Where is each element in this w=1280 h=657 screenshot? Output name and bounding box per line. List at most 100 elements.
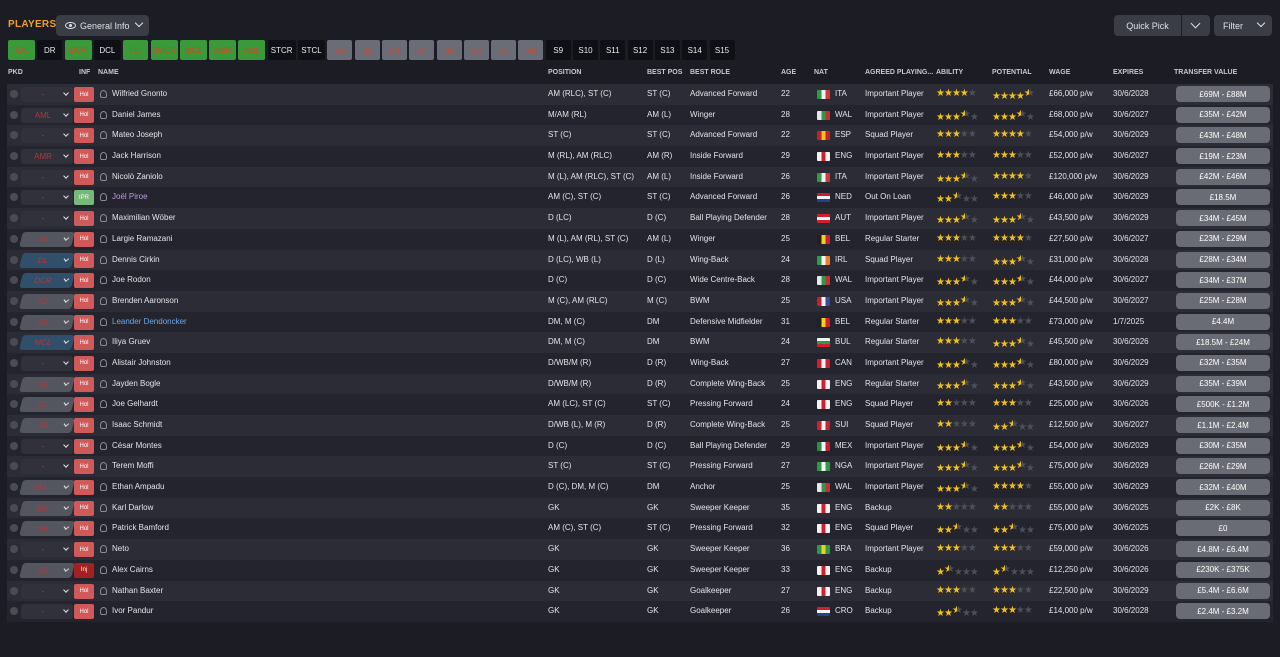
select-checkbox[interactable] (10, 338, 18, 347)
player-name[interactable]: Neto (112, 544, 129, 553)
info-badge[interactable]: Hol (74, 293, 94, 309)
select-checkbox[interactable] (10, 441, 18, 450)
select-checkbox[interactable] (10, 90, 18, 98)
table-row[interactable]: - Hol César Montes D (C) D (C) Ball Playing D… (7, 435, 1273, 457)
select-checkbox[interactable] (10, 503, 18, 512)
transfer-value-button[interactable]: £42M - £46M (1176, 168, 1270, 185)
table-row[interactable]: - Hol Alistair Johnston D/WB/M (R) D (R) Wing… (7, 352, 1273, 374)
info-badge[interactable]: Hol (74, 231, 94, 247)
select-checkbox[interactable] (10, 565, 18, 574)
pkd-selector[interactable]: - (21, 87, 73, 102)
select-checkbox[interactable] (10, 172, 18, 181)
info-badge[interactable]: Hol (74, 128, 94, 144)
pkd-selector[interactable]: - (21, 542, 73, 558)
col-wage[interactable]: WAGE (1049, 69, 1070, 76)
transfer-value-button[interactable]: £69M - £88M (1176, 86, 1270, 102)
position-button[interactable]: S11 (600, 40, 626, 60)
col-transfer-value[interactable]: TRANSFER VALUE (1174, 69, 1237, 76)
info-badge[interactable]: Hol (74, 480, 94, 496)
player-name[interactable]: Nathan Baxter (112, 586, 163, 595)
table-row[interactable]: S1 Inj Alex Cairns GK GK Sweeper Keeper 33 ENG B… (7, 559, 1273, 581)
position-button[interactable]: S7 (491, 40, 517, 60)
transfer-value-button[interactable]: £18.5M (1176, 189, 1270, 206)
pkd-selector[interactable]: - (21, 190, 73, 206)
position-button[interactable]: DCR (64, 40, 92, 60)
info-badge[interactable]: Hol (74, 335, 94, 351)
player-name[interactable]: Mateo Joseph (112, 130, 162, 139)
col-ability[interactable]: ABILITY (936, 69, 963, 76)
col-inf[interactable]: INF (79, 69, 90, 76)
info-badge[interactable]: Hol (74, 459, 94, 475)
select-checkbox[interactable] (10, 276, 18, 285)
pkd-selector[interactable]: S3 (19, 376, 75, 392)
pkd-selector[interactable]: S5 (19, 231, 75, 247)
position-button[interactable]: AML (238, 40, 266, 60)
player-name[interactable]: Wilfried Gnonto (112, 89, 167, 98)
transfer-value-button[interactable]: £19M - £23M (1176, 148, 1270, 165)
info-badge[interactable]: Hol (74, 376, 94, 392)
table-row[interactable]: DL Hol Dennis Cirkin D (LC), WB (L) D (L) Win… (7, 249, 1273, 271)
info-badge[interactable]: Hol (74, 438, 94, 454)
col-name[interactable]: NAME (98, 69, 119, 76)
table-row[interactable]: DM... Hol Ethan Ampadu D (C), DM, M (C) DM An… (7, 477, 1273, 498)
transfer-value-button[interactable]: £0 (1176, 520, 1270, 537)
table-row[interactable]: S2 Hol Brenden Aaronson M (C), AM (RLC) M (C… (7, 290, 1273, 312)
player-name[interactable]: Joël Piroe (112, 192, 148, 201)
select-checkbox[interactable] (10, 462, 18, 471)
player-name[interactable]: Nicolò Zaniolo (112, 172, 163, 181)
transfer-value-button[interactable]: £34M - £45M (1176, 210, 1270, 227)
info-badge[interactable]: Hol (74, 521, 94, 537)
player-name[interactable]: Isaac Schmidt (112, 420, 162, 429)
transfer-value-button[interactable]: £5.4M - £6.6M (1176, 582, 1270, 599)
position-button[interactable]: S3 (381, 40, 407, 60)
select-checkbox[interactable] (10, 234, 18, 243)
transfer-value-button[interactable]: £30M - £35M (1176, 437, 1270, 454)
select-checkbox[interactable] (10, 379, 18, 388)
info-badge[interactable]: Hol (74, 355, 94, 371)
info-badge[interactable]: Hol (74, 542, 94, 558)
transfer-value-button[interactable]: £32M - £40M (1176, 479, 1270, 496)
pkd-selector[interactable]: - (21, 604, 73, 620)
info-badge[interactable]: Hol (74, 107, 94, 123)
select-checkbox[interactable] (10, 110, 18, 119)
player-name[interactable]: Patrick Bamford (112, 523, 169, 532)
info-badge[interactable]: Hol (74, 397, 94, 413)
position-button[interactable]: MCL (179, 40, 207, 60)
table-row[interactable]: - Hol Ivor Pandur GK GK Goalkeeper 26 CRO Backup… (7, 601, 1273, 622)
player-name[interactable]: Leander Dendoncker (112, 317, 187, 326)
pkd-selector[interactable]: GK (19, 500, 75, 516)
player-name[interactable]: Dennis Cirkin (112, 255, 160, 264)
transfer-value-button[interactable]: £2.4M - £3.2M (1176, 603, 1270, 620)
position-button[interactable]: S15 (709, 40, 735, 60)
table-row[interactable]: S4 Hol Leander Dendoncker DM, M (C) DM Defens… (7, 311, 1273, 333)
col-potential[interactable]: POTENTIAL (992, 69, 1032, 76)
position-button[interactable]: STCR (267, 40, 296, 60)
pkd-selector[interactable]: S2 (19, 293, 75, 309)
player-name[interactable]: Ivor Pandur (112, 606, 153, 615)
select-checkbox[interactable] (10, 358, 18, 367)
player-name[interactable]: Iliya Gruev (112, 337, 150, 346)
info-badge[interactable]: Hol (74, 211, 94, 227)
filter-button[interactable]: Filter (1214, 15, 1272, 36)
pkd-selector[interactable]: S7 (19, 397, 75, 413)
position-button[interactable]: S5 (436, 40, 462, 60)
select-checkbox[interactable] (10, 607, 18, 616)
select-checkbox[interactable] (10, 296, 18, 305)
transfer-value-button[interactable]: £34M - £37M (1176, 272, 1270, 289)
select-checkbox[interactable] (10, 131, 18, 140)
position-button[interactable]: S1 (327, 40, 353, 60)
info-badge[interactable]: Inj (74, 562, 94, 578)
transfer-value-button[interactable]: £35M - £39M (1176, 375, 1270, 392)
table-row[interactable]: - Hol Terem Moffi ST (C) ST (C) Pressing Forw… (7, 456, 1273, 478)
player-name[interactable]: Alex Cairns (112, 565, 153, 574)
table-row[interactable]: - Hol Nicolò Zaniolo M (L), AM (RLC), ST (C… (7, 166, 1273, 188)
col-age[interactable]: AGE (781, 69, 796, 76)
info-badge[interactable]: Hol (74, 149, 94, 165)
pkd-selector[interactable]: AML (21, 107, 73, 123)
position-button[interactable]: S12 (627, 40, 653, 60)
info-badge[interactable]: IPR (74, 190, 94, 206)
col-best-role[interactable]: BEST ROLE (690, 69, 730, 76)
select-checkbox[interactable] (10, 524, 18, 533)
pkd-selector[interactable]: MCL (19, 335, 75, 351)
position-button[interactable]: GK (8, 40, 35, 60)
